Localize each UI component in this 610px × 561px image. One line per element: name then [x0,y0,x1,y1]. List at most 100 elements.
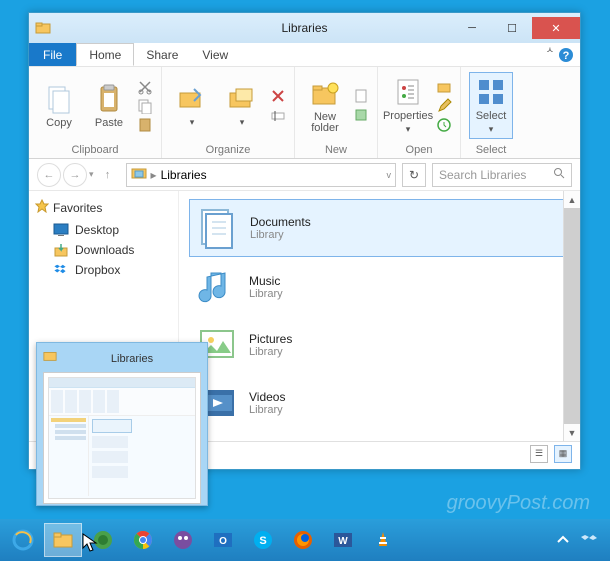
downloads-icon [53,242,69,258]
tray-up-icon[interactable] [554,531,572,549]
sidebar-item-dropbox[interactable]: Dropbox [35,260,172,280]
outlook-icon: O [212,529,234,551]
svg-text:S: S [259,535,266,547]
globe-icon [92,529,114,551]
taskbar-word[interactable]: W [324,523,362,557]
help-icon[interactable]: ? [558,43,574,66]
file-tab[interactable]: File [29,43,76,66]
history-icon[interactable] [436,117,452,133]
details-view-button[interactable]: ☰ [530,445,548,463]
scroll-down-icon[interactable]: ▼ [564,424,580,441]
clipboard-mini-buttons [137,79,153,133]
tray-dropbox-icon[interactable] [580,531,598,549]
address-bar[interactable]: ▸ Libraries v [126,163,396,187]
menu-tabs: File Home Share View ㅅ ? [29,43,580,67]
taskbar-skype[interactable]: S [244,523,282,557]
favorites-header[interactable]: Favorites [35,199,172,216]
library-videos[interactable]: VideosLibrary [189,375,570,431]
window-controls: ─ ☐ ✕ [452,17,580,39]
search-input[interactable]: Search Libraries [432,163,572,187]
search-icon [553,167,565,182]
taskbar-ie[interactable] [4,523,42,557]
scroll-thumb[interactable] [564,208,580,424]
word-icon: W [332,529,354,551]
select-icon [475,76,507,108]
taskbar-preview[interactable]: Libraries [36,342,208,506]
scroll-up-icon[interactable]: ▲ [564,191,580,208]
taskbar-outlook[interactable]: O [204,523,242,557]
paste-button[interactable]: Paste [87,83,131,129]
copy-to-icon [226,83,258,115]
preview-thumbnail[interactable] [43,372,201,504]
copy-icon [43,83,75,115]
maximize-button[interactable]: ☐ [492,17,532,39]
taskbar-app-green[interactable] [84,523,122,557]
sidebar-item-downloads[interactable]: Downloads [35,240,172,260]
minimize-button[interactable]: ─ [452,17,492,39]
back-button[interactable]: ← [37,163,61,187]
cut-icon[interactable] [137,79,153,95]
tiles-view-button[interactable]: ▦ [554,445,572,463]
home-tab[interactable]: Home [76,43,134,66]
new-item-icon[interactable] [353,88,369,104]
vlc-icon [372,529,394,551]
move-icon [176,83,208,115]
folder-icon [43,349,57,368]
music-icon [195,265,239,309]
paste-shortcut-icon[interactable] [137,117,153,133]
taskbar-firefox[interactable] [284,523,322,557]
select-button[interactable]: Select▾ [469,72,513,139]
sidebar-item-desktop[interactable]: Desktop [35,220,172,240]
star-icon [35,199,49,216]
ribbon-group-organize: ▾ ▾ Organize [162,67,295,158]
address-dropdown-icon[interactable]: v [387,170,392,180]
library-pictures[interactable]: PicturesLibrary [189,317,570,373]
delete-icon[interactable] [270,88,286,104]
ie-icon [12,529,34,551]
up-button[interactable]: ↑ [96,163,120,187]
ribbon: Copy Paste Clipboard ▾ ▾ [29,67,580,159]
taskbar-vlc[interactable] [364,523,402,557]
minimize-ribbon-icon[interactable]: ㅅ [546,43,554,66]
system-tray [554,531,606,549]
new-folder-button[interactable]: New folder [303,78,347,134]
edit-icon[interactable] [436,98,452,114]
taskbar-chrome[interactable] [124,523,162,557]
refresh-button[interactable]: ↻ [402,163,426,187]
copy-button[interactable]: Copy [37,83,81,129]
taskbar-explorer[interactable] [44,523,82,557]
ribbon-group-new: New folder New [295,67,378,158]
breadcrumb[interactable]: Libraries [161,168,207,182]
location-folder-icon [131,165,147,184]
paste-icon [93,83,125,115]
ribbon-group-select: Select▾ Select [461,67,521,158]
app-icon [172,529,194,551]
close-button[interactable]: ✕ [532,17,580,39]
view-tab[interactable]: View [190,43,240,66]
documents-icon [196,206,240,250]
navbar: ← → ▾ ↑ ▸ Libraries v ↻ Search Libraries [29,159,580,191]
taskbar-app-purple[interactable] [164,523,202,557]
svg-text:O: O [219,536,227,547]
skype-icon: S [252,529,274,551]
library-documents[interactable]: DocumentsLibrary [189,199,570,257]
scrollbar[interactable]: ▲ ▼ [563,191,580,441]
taskbar: O S W [0,519,610,561]
properties-button[interactable]: Properties▾ [386,76,430,135]
move-to-button[interactable]: ▾ [170,83,214,128]
properties-icon [392,76,424,108]
watermark: groovyPost.com [447,492,590,515]
recent-dropdown-icon[interactable]: ▾ [89,169,94,180]
open-icon[interactable] [436,79,452,95]
titlebar[interactable]: Libraries ─ ☐ ✕ [29,13,580,43]
content-pane: DocumentsLibrary MusicLibrary PicturesLi… [179,191,580,441]
library-music[interactable]: MusicLibrary [189,259,570,315]
forward-button[interactable]: → [63,163,87,187]
rename-icon[interactable] [270,107,286,123]
svg-text:W: W [338,536,348,547]
share-tab[interactable]: Share [134,43,190,66]
ribbon-group-open: Properties▾ Open [378,67,461,158]
copy-to-button[interactable]: ▾ [220,83,264,128]
copy-path-icon[interactable] [137,98,153,114]
easy-access-icon[interactable] [353,107,369,123]
